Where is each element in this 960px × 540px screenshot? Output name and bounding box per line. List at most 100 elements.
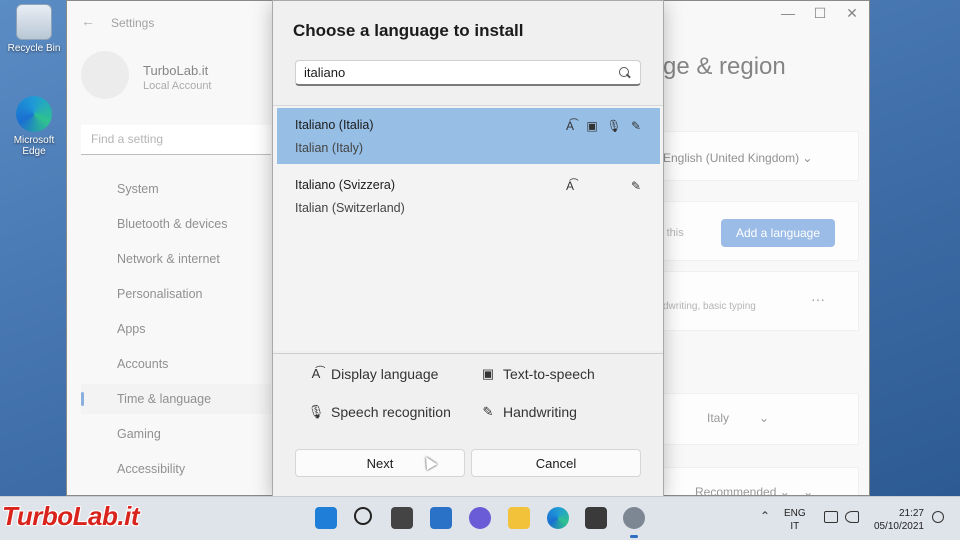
language-search-box[interactable] <box>295 60 641 86</box>
input-language-indicator[interactable]: ENG IT <box>784 507 806 533</box>
chevron-up-icon[interactable]: ⌃ <box>760 509 770 523</box>
sidebar-item-label: Gaming <box>117 427 161 441</box>
find-setting-input[interactable]: Find a setting <box>81 125 271 155</box>
window-title: Settings <box>111 16 155 30</box>
feature-icons: A͡ ✎ <box>559 178 647 194</box>
cancel-button[interactable]: Cancel <box>471 449 641 477</box>
sidebar-item-bluetooth[interactable]: Bluetooth & devices <box>81 209 271 239</box>
display-language-icon: A͡ <box>311 366 321 381</box>
accessibility-icon <box>89 463 103 475</box>
language-search-input[interactable] <box>304 65 618 80</box>
start-icon[interactable] <box>315 507 337 529</box>
settings-gear-icon[interactable] <box>623 507 645 538</box>
language-features-text: dwriting, basic typing <box>663 301 756 312</box>
page-title: ge & region <box>663 53 786 80</box>
text-to-speech-icon: ▣ <box>481 366 495 381</box>
language-line1: ENG <box>784 508 806 519</box>
legend-speech-recognition: 🎙︎ Speech recognition <box>305 404 451 420</box>
language-line2: IT <box>790 521 800 532</box>
edge-icon <box>16 96 52 132</box>
profile-account-type: Local Account <box>143 80 212 92</box>
sidebar-item-gaming[interactable]: Gaming <box>81 419 271 449</box>
feature-icons: A͡ ▣ 🎙︎ ✎ <box>559 118 647 134</box>
minimize-icon[interactable]: — <box>773 5 803 21</box>
language-english-name: Italian (Switzerland) <box>295 201 405 215</box>
file-explorer-icon[interactable] <box>508 507 530 529</box>
profile-name: TurboLab.it <box>143 63 209 78</box>
close-icon[interactable]: ✕ <box>837 5 867 22</box>
watermark: TurboLab.it <box>2 501 140 531</box>
edge-label: Microsoft Edge <box>13 135 55 157</box>
sidebar-item-personalisation[interactable]: Personalisation <box>81 279 271 309</box>
recycle-bin-shortcut[interactable]: Recycle Bin <box>2 4 66 54</box>
more-options-icon[interactable]: ··· <box>811 291 825 307</box>
regional-format-select[interactable]: Recommended ⌄ ⌄ <box>695 485 814 496</box>
brush-icon <box>89 288 103 300</box>
choose-language-dialog: Choose a language to install Italiano (I… <box>272 0 664 496</box>
globe-clock-icon <box>89 393 103 405</box>
legend-display-language: A͡ Display language <box>305 366 439 382</box>
language-results-list: Italiano (Italia) Italian (Italy) A͡ ▣ 🎙… <box>273 105 663 351</box>
sidebar-item-system[interactable]: System <box>81 174 271 204</box>
search-icon[interactable] <box>354 507 372 525</box>
country-region-select[interactable]: Italy ⌄ <box>707 411 769 425</box>
language-english-name: Italian (Italy) <box>295 141 364 155</box>
legend-handwriting: ✎ Handwriting <box>477 404 577 420</box>
task-view-icon[interactable] <box>391 507 413 529</box>
search-icon[interactable] <box>618 66 632 80</box>
handwriting-icon: ✎ <box>482 404 494 419</box>
recycle-bin-icon <box>16 4 52 40</box>
recycle-bin-label: Recycle Bin <box>7 43 61 54</box>
apps-icon <box>89 323 103 335</box>
legend-label: Text-to-speech <box>503 366 595 382</box>
bluetooth-icon <box>89 218 103 230</box>
sidebar-item-label: Network & internet <box>117 252 220 266</box>
display-language-value: English (United Kingdom) <box>663 151 800 165</box>
legend-label: Speech recognition <box>331 404 451 420</box>
sidebar-item-label: Time & language <box>117 392 212 406</box>
network-icon[interactable] <box>824 511 838 523</box>
sidebar-item-label: Accessibility <box>117 462 186 476</box>
sidebar-item-accessibility[interactable]: Accessibility <box>81 454 271 484</box>
sidebar-item-label: Bluetooth & devices <box>117 217 228 231</box>
focus-assist-icon[interactable] <box>932 511 944 523</box>
maximize-icon[interactable]: ☐ <box>805 5 835 22</box>
clock-time: 21:27 <box>898 508 924 519</box>
text-to-speech-icon: ▣ <box>586 119 598 133</box>
clock[interactable]: 21:27 05/10/2021 <box>868 507 924 533</box>
sidebar-item-network[interactable]: Network & internet <box>81 244 271 274</box>
handwriting-icon: ✎ <box>630 179 642 193</box>
list-item-italiano-italia[interactable]: Italiano (Italia) Italian (Italy) A͡ ▣ 🎙… <box>277 108 660 164</box>
sidebar-item-label: Accounts <box>117 357 169 371</box>
add-language-button[interactable]: Add a language <box>721 219 835 247</box>
list-item-italiano-svizzera[interactable]: Italiano (Svizzera) Italian (Switzerland… <box>277 168 660 224</box>
system-icon <box>89 183 103 195</box>
sidebar-item-time-language[interactable]: Time & language <box>81 384 271 414</box>
legend-label: Handwriting <box>503 404 577 420</box>
display-language-select[interactable]: English (United Kingdom) ⌄ <box>663 151 812 165</box>
widgets-icon[interactable] <box>430 507 452 529</box>
region-value: Italy <box>707 411 730 425</box>
sidebar-item-label: Personalisation <box>117 287 203 301</box>
empty-slot <box>603 178 625 194</box>
handwriting-icon: ✎ <box>630 119 642 133</box>
sidebar-item-apps[interactable]: Apps <box>81 314 271 344</box>
wifi-icon <box>89 253 103 265</box>
next-button[interactable]: Next <box>295 449 465 477</box>
chevron-down-icon: ⌄ <box>779 485 790 496</box>
back-arrow-icon[interactable]: ← <box>81 13 95 29</box>
dialog-title: Choose a language to install <box>293 21 524 40</box>
legend-label: Display language <box>331 366 439 382</box>
store-icon[interactable] <box>585 507 607 529</box>
edge-icon[interactable] <box>547 507 569 529</box>
edge-shortcut[interactable]: Microsoft Edge <box>2 96 66 157</box>
sidebar-item-label: System <box>117 182 159 196</box>
taskbar: TurboLab.it ⌃ ENG IT 21:27 05/10/2021 <box>0 496 960 540</box>
empty-slot <box>581 178 603 194</box>
sidebar-item-accounts[interactable]: Accounts <box>81 349 271 379</box>
clock-date: 05/10/2021 <box>873 521 924 532</box>
chevron-down-icon: ⌄ <box>803 485 814 496</box>
sidebar-item-label: Apps <box>117 322 146 336</box>
volume-icon[interactable] <box>845 511 859 523</box>
chat-icon[interactable] <box>469 507 491 529</box>
